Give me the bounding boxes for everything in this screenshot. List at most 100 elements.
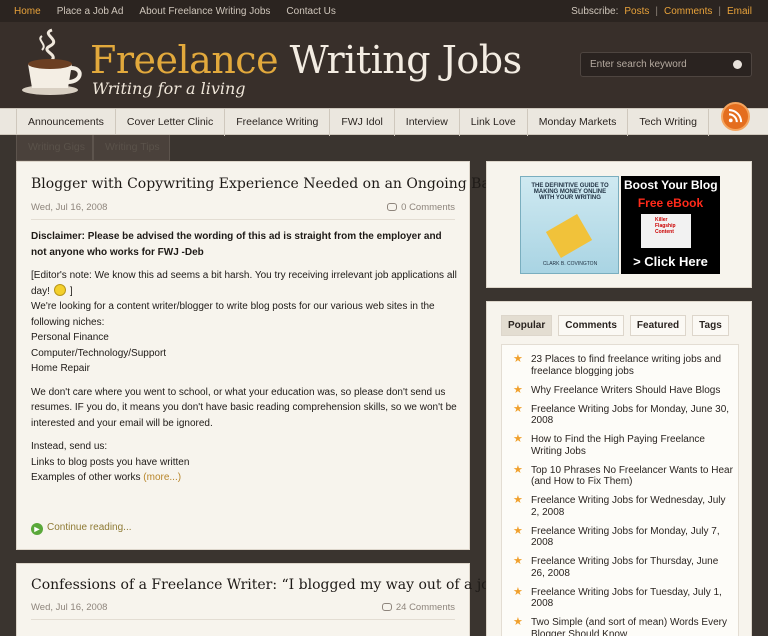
popular-item[interactable]: ★ Freelance Writing Jobs for Monday, June… (512, 403, 734, 427)
popular-item-label: Freelance Writing Jobs for Wednesday, Ju… (531, 495, 726, 518)
star-icon: ★ (513, 524, 523, 537)
arrow-right-icon: ► (31, 523, 43, 535)
popular-item-label: Freelance Writing Jobs for Thursday, Jun… (531, 556, 719, 579)
popular-item[interactable]: ★ Two Simple (and sort of mean) Words Eve… (512, 617, 734, 636)
pencil-icon (545, 214, 593, 258)
comments-count: 24 Comments (395, 602, 455, 613)
subscribe-links: Subscribe: Posts | Comments | Email (571, 6, 752, 17)
popular-item-label: 23 Places to find freelance writing jobs… (531, 354, 722, 377)
search-button[interactable] (733, 60, 742, 69)
tab-featured[interactable]: Featured (629, 315, 687, 336)
post-comments-link[interactable]: 24 Comments (381, 602, 455, 613)
popular-item[interactable]: ★ Freelance Writing Jobs for Tuesday, Jul… (512, 585, 734, 610)
nav-item-fwj-idol[interactable]: FWJ Idol (330, 109, 395, 136)
send-item: Examples of other works (31, 472, 141, 483)
popular-item[interactable]: ★ Freelance Writing Jobs for Thursday, Ju… (512, 556, 734, 579)
nav-item-tech-writing[interactable]: Tech Writing (628, 109, 709, 136)
star-icon: ★ (513, 463, 523, 476)
comments-count: 0 Comments (401, 202, 455, 213)
intro-text: We're looking for a content writer/blogg… (31, 301, 435, 328)
tab-bar: Popular Comments Featured Tags (501, 315, 729, 336)
niche-item: Home Repair (31, 363, 90, 374)
comment-icon (387, 203, 398, 211)
category-nav: Announcements Cover Letter Clinic Freela… (0, 108, 768, 136)
post-title[interactable]: Blogger with Copywriting Experience Need… (31, 176, 509, 192)
ad-book-title: THE DEFINITIVE GUIDE TO MAKING MONEY ONL… (531, 183, 609, 201)
post-card: Confessions of a Freelance Writer: “I bl… (16, 563, 510, 636)
niche-item: Personal Finance (31, 332, 109, 343)
instead-text: Instead, send us: (31, 441, 108, 452)
comment-icon (381, 603, 392, 611)
search-box (580, 52, 752, 77)
send-item: Links to blog posts you have written (31, 456, 190, 468)
ebook-cover-text: Killer Flagship Content (655, 217, 676, 235)
requirements-text: We don't care where you went to school, … (31, 386, 457, 429)
star-icon: ★ (513, 433, 523, 445)
popular-item[interactable]: ★ Why Freelance Writers Should Have Blogs (512, 383, 734, 397)
more-link[interactable]: (more...) (143, 472, 181, 483)
editor-note-close: ] (69, 285, 73, 297)
search-input[interactable] (581, 53, 721, 76)
editor-note-text: [Editor's note: We know this ad seems a … (31, 270, 457, 297)
popular-item[interactable]: ★ How to Find the High Paying Freelance W… (512, 434, 734, 457)
nav-item-monday-markets[interactable]: Monday Markets (528, 109, 629, 136)
top-link-about[interactable]: About Freelance Writing Jobs (139, 6, 270, 17)
popular-item[interactable]: ★ Freelance Writing Jobs for Wednesday, J… (512, 495, 734, 518)
post-meta: Wed, Jul 16, 2008 0 Comments (31, 202, 455, 220)
rss-feed-icon[interactable] (721, 102, 750, 131)
tab-popular[interactable]: Popular (501, 315, 553, 336)
ad-ebook-line2: Free eBook (637, 196, 704, 210)
popular-list: ★ 23 Places to find freelance writing job… (512, 354, 734, 636)
subscribe-comments-link[interactable]: Comments (664, 6, 712, 17)
nav-item-interview[interactable]: Interview (395, 109, 460, 136)
disclaimer-text: Disclaimer: Please be advised the wordin… (31, 231, 442, 258)
nav-item-writing-gigs[interactable]: Writing Gigs (16, 135, 93, 161)
popular-item-label: Freelance Writing Jobs for Monday, July … (531, 525, 720, 549)
popular-item[interactable]: ★ 23 Places to find freelance writing job… (512, 354, 734, 377)
subscribe-posts-link[interactable]: Posts (624, 6, 649, 17)
popular-item-label: How to Find the High Paying Freelance Wr… (531, 434, 705, 457)
nav-item-link-love[interactable]: Link Love (460, 109, 528, 136)
editor-note: [Editor's note: We know this ad seems a … (31, 268, 457, 299)
star-icon: ★ (513, 383, 523, 396)
sidebar-ads: THE DEFINITIVE GUIDE TO MAKING MONEY ONL… (486, 161, 752, 288)
nav-item-announcements[interactable]: Announcements (16, 109, 116, 136)
star-icon: ★ (513, 585, 523, 598)
post-comments-link[interactable]: 0 Comments (387, 202, 455, 213)
subscribe-email-link[interactable]: Email (727, 6, 752, 17)
send-item-last: Examples of other works (more...) (31, 470, 457, 486)
ad-ebook-banner[interactable]: Boost Your Blog Free eBook Killer Flagsh… (621, 176, 720, 274)
coffee-cup-icon[interactable] (18, 26, 88, 98)
separator: | (655, 6, 659, 17)
top-links: Home Place a Job Ad About Freelance Writ… (14, 6, 336, 17)
nav-item-cover-letter-clinic[interactable]: Cover Letter Clinic (116, 109, 226, 136)
post-title[interactable]: Confessions of a Freelance Writer: “I bl… (31, 577, 510, 593)
top-link-contact[interactable]: Contact Us (286, 6, 335, 17)
ebook-cover-icon: Killer Flagship Content (641, 214, 691, 248)
popular-item[interactable]: ★ Freelance Writing Jobs for Monday, July… (512, 524, 734, 549)
site-header: Freelance Writing Jobs Writing for a liv… (0, 22, 768, 108)
continue-label: Continue reading... (47, 522, 132, 533)
tab-comments[interactable]: Comments (558, 315, 624, 336)
top-link-place-job-ad[interactable]: Place a Job Ad (57, 6, 124, 17)
star-icon: ★ (513, 555, 523, 567)
sidebar-tabs-widget: Popular Comments Featured Tags ★ 23 Place… (486, 301, 752, 636)
ad-book-banner[interactable]: THE DEFINITIVE GUIDE TO MAKING MONEY ONL… (520, 176, 619, 274)
site-title-part2: Writing Jobs (289, 38, 522, 82)
ad-ebook-line1: Boost Your Blog (624, 178, 718, 192)
post-body: Disclaimer: Please be advised the wordin… (31, 229, 457, 486)
popular-item-label: Freelance Writing Jobs for Monday, June … (531, 403, 730, 427)
popular-item[interactable]: ★ Top 10 Phrases No Freelancer Wants to H… (512, 463, 734, 488)
continue-reading-link[interactable]: ► Continue reading... (31, 522, 132, 535)
popular-item-label: Why Freelance Writers Should Have Blogs (531, 384, 721, 396)
niche-item: Computer/Technology/Support (31, 347, 167, 359)
nav-item-freelance-writing[interactable]: Freelance Writing (225, 109, 331, 136)
top-utility-bar: Home Place a Job Ad About Freelance Writ… (0, 0, 768, 22)
site-title[interactable]: Freelance Writing Jobs (90, 38, 522, 82)
tab-tags[interactable]: Tags (692, 315, 729, 336)
top-link-home[interactable]: Home (14, 6, 41, 17)
post-card: Blogger with Copywriting Experience Need… (16, 161, 509, 550)
post-date: Wed, Jul 16, 2008 (31, 202, 108, 213)
nav-item-writing-tips[interactable]: Writing Tips (93, 135, 170, 161)
ad-ebook-cta: > Click Here (633, 254, 708, 269)
